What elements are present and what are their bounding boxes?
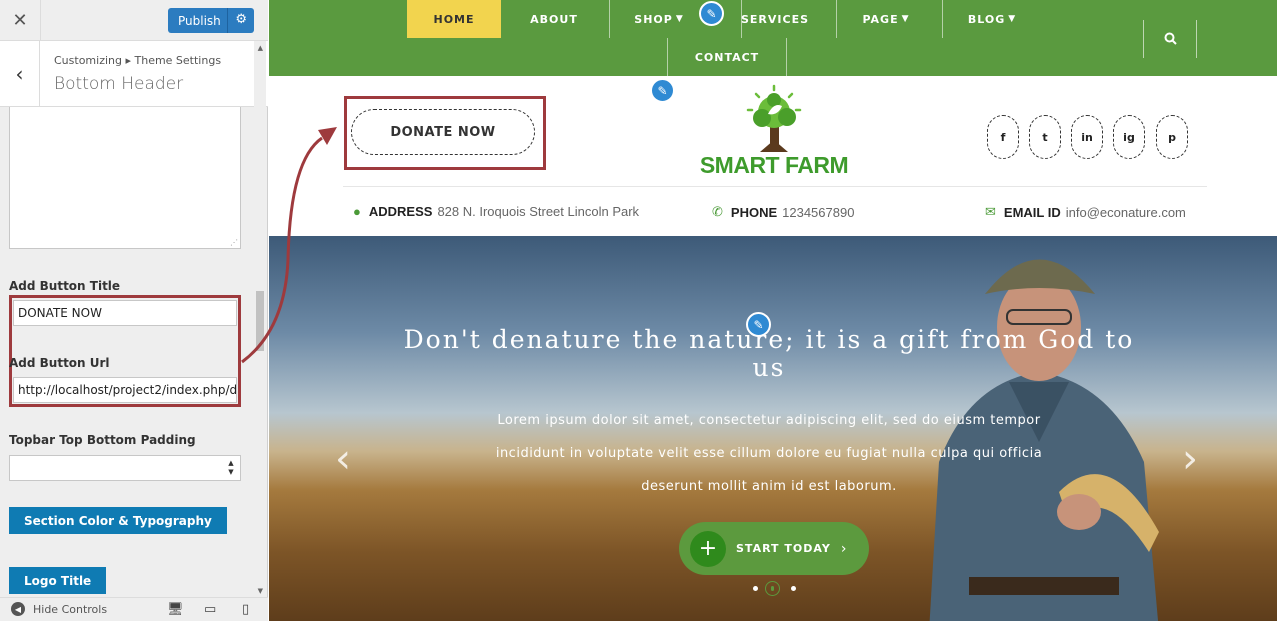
logo-title-button[interactable]: Logo Title <box>9 567 107 594</box>
hero-title: Don't denature the nature; it is a gift … <box>403 325 1135 382</box>
close-customizer-button[interactable]: ✕ <box>0 0 41 41</box>
phone-info: ✆ PHONE 1234567890 <box>712 204 854 220</box>
email-value: info@econature.com <box>1065 204 1186 220</box>
padding-label: Topbar Top Bottom Padding <box>9 433 196 447</box>
slider-dot[interactable] <box>791 586 796 591</box>
main-nav: HOME ABOUT SHOP ▼ SERVICES PAGE ▼ BLOG ▼ CO… <box>269 0 1277 76</box>
address-label: ADDRESS <box>368 204 433 219</box>
tablet-preview-icon[interactable]: ▭ <box>204 602 216 617</box>
email-label: EMAIL ID <box>1003 204 1061 220</box>
phone-icon: ✆ <box>712 204 723 219</box>
resize-grip-icon[interactable]: ⋰ <box>230 238 238 247</box>
slider-prev-arrow-icon[interactable]: ‹ <box>335 436 351 482</box>
map-pin-icon: ● <box>353 204 361 219</box>
chevron-left-icon: ‹ <box>15 62 24 86</box>
instagram-icon[interactable]: ig <box>1113 115 1145 159</box>
mobile-preview-icon[interactable]: ▯ <box>242 602 249 617</box>
button-title-input[interactable]: DONATE NOW <box>13 300 237 326</box>
site-preview: HOME ABOUT SHOP ▼ SERVICES PAGE ▼ BLOG ▼ CO… <box>269 0 1277 621</box>
address-value: 828 N. Iroquois Street Lincoln Park <box>437 204 640 219</box>
padding-number-input[interactable]: ▲ ▼ <box>9 455 241 481</box>
nav-services[interactable]: SERVICES <box>730 0 820 38</box>
customizer-footer: ◀ Hide Controls 🖥 ▭ ▯ <box>0 597 268 621</box>
gear-icon[interactable]: ⚙ <box>235 12 247 27</box>
slider-dot-active[interactable] <box>765 581 780 596</box>
back-button[interactable]: ‹ <box>0 41 40 107</box>
logo-text: SMART FARM <box>699 152 849 178</box>
nav-home[interactable]: HOME <box>407 0 501 38</box>
search-button[interactable] <box>1143 20 1197 58</box>
start-today-button[interactable]: + START TODAY › <box>679 522 869 575</box>
publish-label: Publish <box>178 13 221 28</box>
facebook-icon[interactable]: f <box>987 115 1019 159</box>
number-spinner[interactable]: ▲ ▼ <box>226 459 236 477</box>
pinterest-icon[interactable]: p <box>1156 115 1188 159</box>
tree-logo-icon <box>746 84 802 152</box>
close-icon: ✕ <box>12 10 28 31</box>
breadcrumb: Customizing ▸ Theme Settings <box>54 54 222 67</box>
slider-dot[interactable] <box>753 586 758 591</box>
nav-page-label: PAGE <box>862 12 899 26</box>
edit-header-pencil-icon[interactable]: ✎ <box>650 78 675 103</box>
section-title: Bottom Header <box>54 74 184 94</box>
nav-page[interactable]: PAGE ▼ <box>841 0 931 38</box>
textarea-field[interactable]: ⋰ <box>9 107 241 249</box>
linkedin-icon[interactable]: in <box>1071 115 1103 159</box>
customizer-topbar: ✕ Publish ⚙ <box>0 0 268 41</box>
nav-blog[interactable]: BLOG ▼ <box>947 0 1037 38</box>
envelope-icon: ✉ <box>985 204 996 219</box>
nav-shop-label: SHOP <box>634 12 673 26</box>
collapse-icon: ◀ <box>11 602 25 616</box>
nav-blog-label: BLOG <box>967 12 1006 26</box>
donate-now-button[interactable]: DONATE NOW <box>351 109 535 155</box>
chevron-right-icon: › <box>840 540 847 557</box>
section-color-typography-button[interactable]: Section Color & Typography <box>9 507 227 534</box>
section-header: ‹ Customizing ▸ Theme Settings Bottom He… <box>0 41 268 107</box>
scroll-up-icon[interactable]: ▲ <box>258 44 263 52</box>
twitter-icon[interactable]: t <box>1029 115 1061 159</box>
hide-controls-label: Hide Controls <box>33 602 108 616</box>
phone-value: 1234567890 <box>782 204 855 220</box>
search-icon <box>1164 30 1177 49</box>
chevron-down-icon: ▼ <box>675 14 684 24</box>
phone-label: PHONE <box>730 204 778 220</box>
nav-contact[interactable]: CONTACT <box>669 38 785 76</box>
customizer-sidebar: ✕ Publish ⚙ ‹ Customizing ▸ Theme Settin… <box>0 0 268 621</box>
edit-nav-pencil-icon[interactable]: ✎ <box>699 1 724 26</box>
button-url-input[interactable]: http://localhost/project2/index.php/d <box>13 377 237 403</box>
button-url-label: Add Button Url <box>9 356 110 370</box>
start-today-label: START TODAY <box>736 542 831 555</box>
address-info: ● ADDRESS 828 N. Iroquois Street Lincoln… <box>353 204 639 219</box>
nav-shop[interactable]: SHOP ▼ <box>614 0 704 38</box>
divider <box>343 186 1207 187</box>
chevron-down-icon: ▼ <box>1008 14 1017 24</box>
site-logo[interactable]: SMART FARM <box>694 84 854 184</box>
publish-button[interactable]: Publish ⚙ <box>168 8 254 33</box>
slider-next-arrow-icon[interactable]: › <box>1182 436 1198 482</box>
email-info: ✉ EMAIL ID info@econature.com <box>985 204 1186 220</box>
button-title-label: Add Button Title <box>9 279 121 293</box>
hide-controls-button[interactable]: ◀ Hide Controls <box>11 602 107 616</box>
sidebar-controls: ⋰ Add Button Title DONATE NOW Add Button… <box>0 107 268 597</box>
nav-about[interactable]: ABOUT <box>509 0 599 38</box>
plus-icon: + <box>690 530 726 567</box>
hero-slider: ✎ Don't denature the nature; it is a gif… <box>269 236 1277 621</box>
hero-text: Lorem ipsum dolor sit amet, consectetur … <box>495 413 1043 494</box>
desktop-preview-icon[interactable]: 🖥 <box>167 602 184 617</box>
chevron-down-icon: ▼ <box>901 14 910 24</box>
